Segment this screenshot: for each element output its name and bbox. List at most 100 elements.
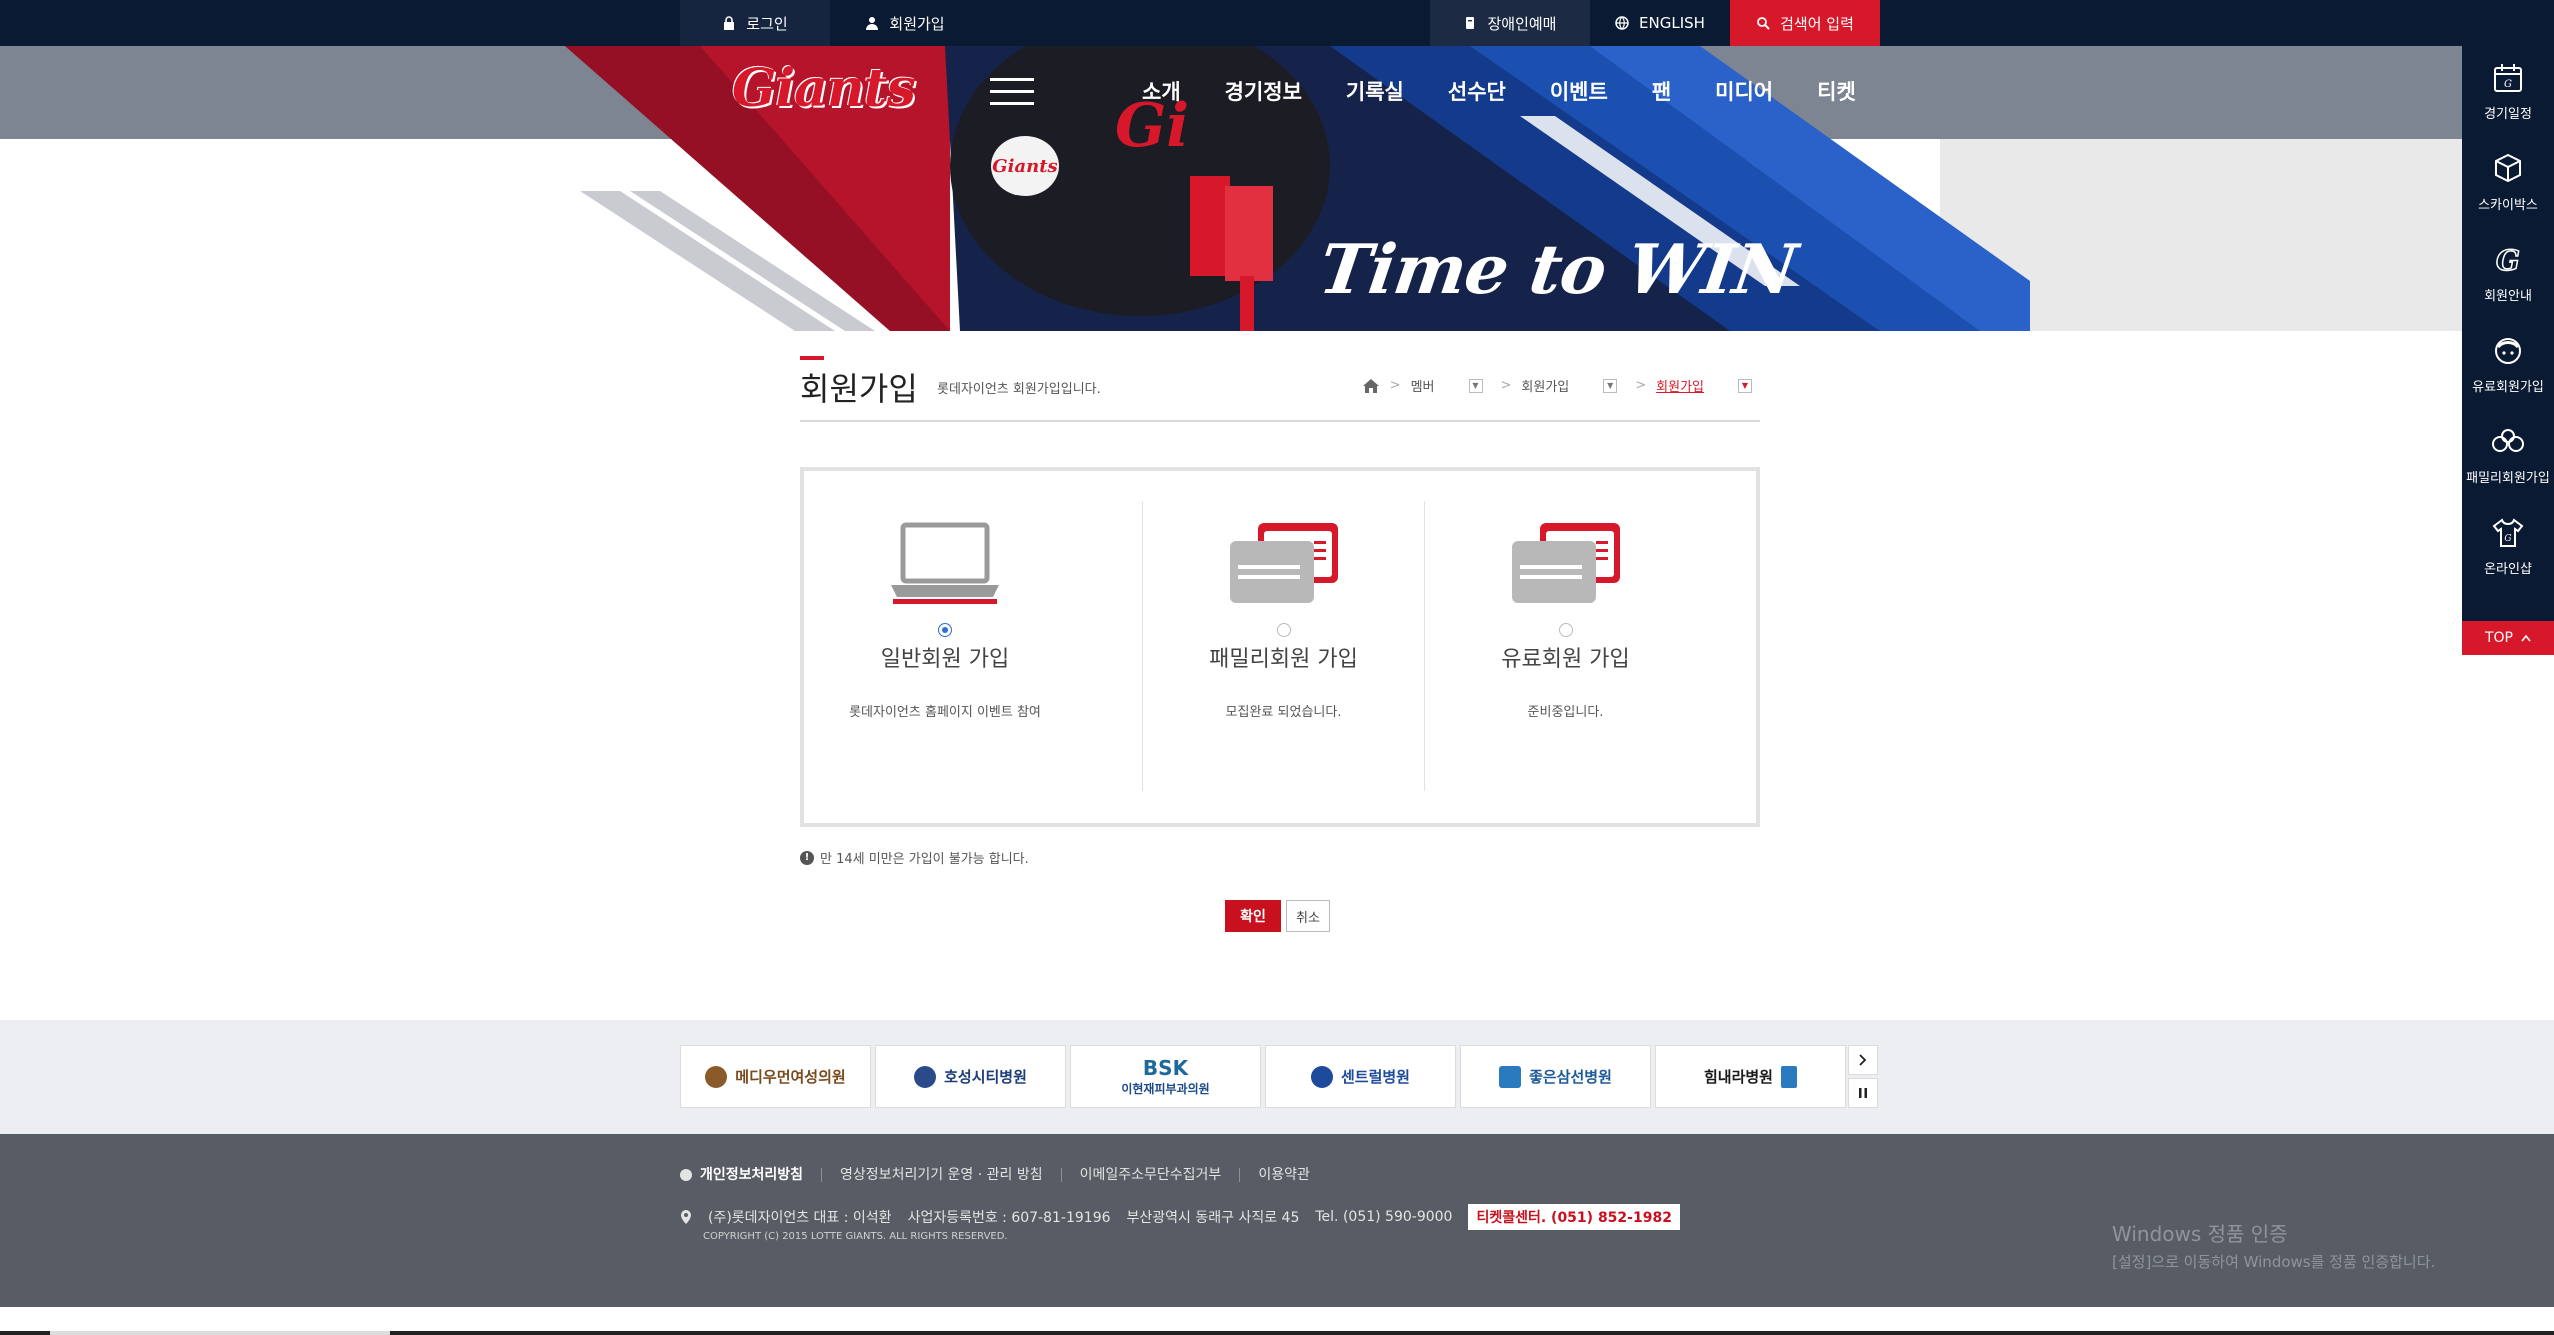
footer-link-terms[interactable]: 이용약관	[1239, 1168, 1328, 1182]
hamburger-menu-icon[interactable]	[990, 78, 1034, 106]
english-link[interactable]: ENGLISH	[1590, 0, 1730, 46]
accessibility-label: 장애인예매	[1487, 14, 1557, 33]
join-link[interactable]: 회원가입	[830, 0, 980, 46]
nav-item-fan[interactable]: 팬	[1630, 76, 1693, 106]
bottom-strip	[0, 1307, 2554, 1335]
sponsor-name: 좋은삼선병원	[1529, 1068, 1612, 1086]
confirm-button[interactable]: 확인	[1225, 900, 1281, 932]
footer-links: 개인정보처리방침 영상정보처리기기 운영 · 관리 방침 이메일주소무단수집거부…	[680, 1168, 1328, 1182]
watermark-subtitle: [설정]으로 이동하여 Windows를 정품 인증합니다.	[2112, 1253, 2436, 1271]
quick-item-label: 경기일정	[2484, 107, 2532, 122]
hero-slogan: Time to WIN	[1314, 230, 1801, 310]
membership-option-general[interactable]: 일반회원 가입 롯데자이언츠 홈페이지 이벤트 참여	[804, 501, 1086, 791]
ticket-center-badge[interactable]: 티켓콜센터. (051) 852-1982	[1468, 1204, 1680, 1230]
login-link[interactable]: 로그인	[680, 0, 830, 46]
nav-item-ticket[interactable]: 티켓	[1795, 76, 1878, 106]
telephone: Tel. (051) 590-9000	[1315, 1209, 1453, 1225]
chevron-down-icon[interactable]: ▼	[1468, 378, 1483, 393]
box-icon	[2495, 153, 2521, 183]
quick-item-member-guide[interactable]: G 회원안내	[2462, 228, 2554, 319]
page-title: 회원가입	[800, 370, 918, 408]
search-button[interactable]: 검색어 입력	[1730, 0, 1880, 46]
quick-item-family-member[interactable]: 패밀리회원가입	[2462, 410, 2554, 501]
address: 부산광역시 동래구 사직로 45	[1126, 1210, 1300, 1226]
footer-link-privacy[interactable]: 개인정보처리방침	[680, 1168, 821, 1182]
location-pin-icon	[681, 1210, 691, 1224]
sponsor-name: 힘내라병원	[1703, 1068, 1773, 1086]
quick-item-paid-member[interactable]: 유료회원가입	[2462, 319, 2554, 410]
giants-logo[interactable]: Giants	[732, 58, 916, 119]
sponsor-runner-icon	[1781, 1065, 1797, 1088]
membership-options-box: 일반회원 가입 롯데자이언츠 홈페이지 이벤트 참여 패밀리회원 가입 모집완료…	[800, 467, 1760, 827]
nav-item-intro[interactable]: 소개	[1120, 76, 1203, 106]
breadcrumb-item-current[interactable]: 회원가입	[1656, 376, 1704, 395]
option-description: 모집완료 되었습니다.	[1225, 705, 1342, 720]
english-label: ENGLISH	[1639, 14, 1705, 32]
membership-option-family[interactable]: 패밀리회원 가입 모집완료 되었습니다.	[1142, 501, 1424, 791]
radio-paid[interactable]	[1558, 623, 1573, 637]
option-label: 패밀리회원 가입	[1209, 647, 1358, 672]
bottom-segment	[390, 1331, 2554, 1335]
footer-link-email[interactable]: 이메일주소무단수집거부	[1060, 1168, 1240, 1182]
quick-item-schedule[interactable]: G 경기일정	[2462, 46, 2554, 137]
ticket-icon	[1466, 17, 1475, 29]
sponsor-emblem-icon	[1499, 1065, 1522, 1088]
sponsor-logo[interactable]: 좋은삼선병원	[1460, 1045, 1651, 1108]
sponsor-logo[interactable]: 센트럴병원	[1265, 1045, 1456, 1108]
nav-item-events[interactable]: 이벤트	[1528, 76, 1630, 106]
lock-icon	[724, 16, 735, 30]
quick-item-label: 패밀리회원가입	[2466, 471, 2550, 486]
chevron-up-icon	[2521, 634, 2531, 642]
sponsor-name: 호성시티병원	[944, 1068, 1027, 1086]
footer-company-info: (주)롯데자이언츠 대표 : 이석환 사업자등록번호 : 607-81-1919…	[680, 1204, 1680, 1230]
radio-family[interactable]	[1276, 623, 1291, 637]
sponsor-emblem-icon	[1310, 1065, 1333, 1088]
calendar-icon: G	[2494, 64, 2522, 92]
sponsor-bsk-mark: BSK	[1142, 1056, 1189, 1080]
quick-item-online-shop[interactable]: G 온라인샵	[2462, 501, 2554, 592]
globe-icon	[1615, 16, 1629, 30]
quick-item-label: 온라인샵	[2484, 562, 2532, 577]
breadcrumb-item-join[interactable]: 회원가입	[1521, 376, 1569, 395]
page-subtitle: 롯데자이언츠 회원가입입니다.	[937, 382, 1101, 397]
fan-icon	[2495, 338, 2521, 364]
nav-item-game-info[interactable]: 경기정보	[1203, 76, 1324, 106]
nav-item-records[interactable]: 기록실	[1324, 76, 1426, 106]
accessibility-booking-link[interactable]: 장애인예매	[1430, 0, 1590, 46]
quick-item-skybox[interactable]: 스카이박스	[2462, 137, 2554, 228]
windows-activation-watermark: Windows 정품 인증 [설정]으로 이동하여 Windows를 정품 인증…	[2112, 1218, 2435, 1272]
home-icon[interactable]	[1362, 378, 1380, 394]
footer-link-cctv[interactable]: 영상정보처리기기 운영 · 관리 방침	[821, 1168, 1061, 1182]
sponsor-pause-button[interactable]	[1848, 1078, 1878, 1108]
membership-option-paid[interactable]: 유료회원 가입 준비중입니다.	[1424, 501, 1706, 791]
chevron-right-icon	[1859, 1054, 1867, 1066]
age-notice: ! 만 14세 미만은 가입이 불가능 합니다.	[800, 848, 1029, 867]
nav-item-media[interactable]: 미디어	[1693, 76, 1795, 106]
chevron-down-icon[interactable]: ▼	[1603, 378, 1618, 393]
sponsor-name: 센트럴병원	[1340, 1068, 1410, 1086]
sponsor-name: 메디우먼여성의원	[735, 1068, 846, 1086]
sponsor-logo[interactable]: 메디우먼여성의원	[680, 1045, 871, 1108]
cancel-button[interactable]: 취소	[1286, 900, 1330, 932]
scroll-top-button[interactable]: TOP	[2462, 621, 2554, 655]
option-label: 유료회원 가입	[1501, 647, 1630, 672]
sponsor-next-button[interactable]	[1848, 1045, 1878, 1075]
breadcrumb-separator: >	[1635, 378, 1647, 393]
copyright: COPYRIGHT (C) 2015 LOTTE GIANTS. ALL RIG…	[703, 1231, 1008, 1242]
footer-link-label: 개인정보처리방침	[700, 1167, 804, 1183]
company-name: (주)롯데자이언츠 대표 : 이석환	[708, 1210, 892, 1226]
pause-icon	[1859, 1088, 1867, 1098]
business-number: 사업자등록번호 : 607-81-19196	[907, 1210, 1111, 1226]
info-icon: !	[800, 850, 814, 865]
sponsor-logo[interactable]: 힘내라병원	[1655, 1045, 1846, 1108]
nav-item-players[interactable]: 선수단	[1426, 76, 1528, 106]
option-description: 준비중입니다.	[1527, 705, 1604, 720]
login-label: 로그인	[746, 14, 788, 33]
breadcrumb-item-member[interactable]: 멤버	[1411, 376, 1435, 395]
join-label: 회원가입	[889, 14, 945, 33]
sponsor-logo[interactable]: 호성시티병원	[875, 1045, 1066, 1108]
sponsor-logo[interactable]: BSK 이현재피부과의원	[1070, 1045, 1261, 1108]
chevron-down-icon[interactable]: ▼	[1738, 378, 1752, 393]
svg-text:G: G	[2504, 534, 2511, 544]
radio-general[interactable]	[938, 623, 952, 637]
